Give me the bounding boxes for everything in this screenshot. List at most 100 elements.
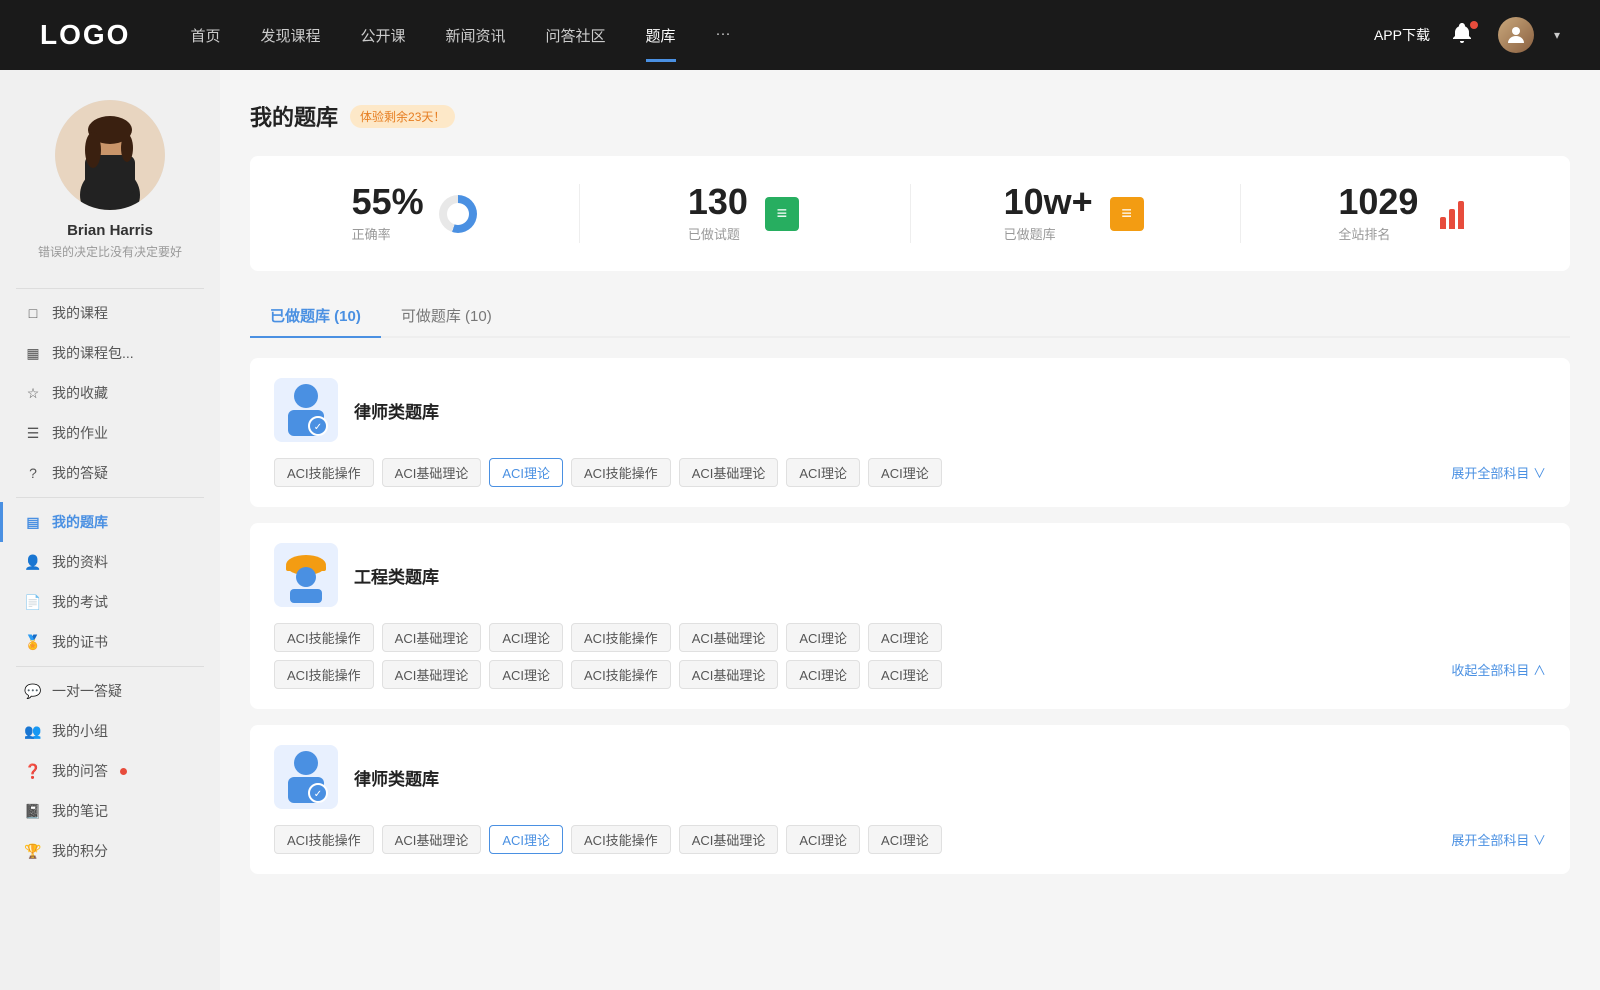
stat-accuracy: 55% 正确率 — [250, 184, 580, 243]
qbank-card-1: ✓ 律师类题库 ACI技能操作 ACI基础理论 ACI理论 ACI技能操作 AC… — [250, 358, 1570, 507]
sidebar-divider-2 — [16, 497, 204, 498]
tag[interactable]: ACI理论 — [786, 623, 860, 652]
tag[interactable]: ACI基础理论 — [382, 458, 482, 487]
notification-bell[interactable] — [1450, 21, 1478, 49]
sidebar-item-my-exam[interactable]: 📄 我的考试 — [0, 582, 220, 622]
sidebar-item-my-questions[interactable]: ❓ 我的问答 — [0, 751, 220, 791]
sidebar-item-one-on-one[interactable]: 💬 一对一答疑 — [0, 671, 220, 711]
lawyer-svg-1: ✓ — [280, 382, 332, 438]
sidebar-item-my-favorites[interactable]: ☆ 我的收藏 — [0, 373, 220, 413]
group-icon: 👥 — [24, 722, 42, 740]
done-banks-icon: ≡ — [1107, 194, 1147, 234]
expand-btn-1[interactable]: 展开全部科目 ∨ — [1451, 463, 1546, 482]
sidebar-menu: □ 我的课程 ▦ 我的课程包... ☆ 我的收藏 ☰ 我的作业 ? 我的答疑 ▤ — [0, 293, 220, 871]
nav-link-discover[interactable]: 发现课程 — [260, 17, 320, 54]
tag[interactable]: ACI理论 — [868, 458, 942, 487]
nav-link-open[interactable]: 公开课 — [360, 17, 405, 54]
nav-chevron-icon[interactable]: ▾ — [1554, 28, 1560, 42]
qbank-title-1: 律师类题库 — [354, 398, 439, 423]
sidebar-item-my-qa[interactable]: ? 我的答疑 — [0, 453, 220, 493]
tab-done-banks[interactable]: 已做题库 (10) — [250, 295, 381, 336]
tag[interactable]: ACI基础理论 — [679, 623, 779, 652]
tag[interactable]: ACI理论 — [786, 825, 860, 854]
qbank-card-2: 工程类题库 ACI技能操作 ACI基础理论 ACI理论 ACI技能操作 ACI基… — [250, 523, 1570, 709]
qa-icon: ? — [24, 464, 42, 482]
svg-text:✓: ✓ — [314, 422, 322, 433]
nav-logo: LOGO — [40, 19, 130, 51]
qbank-title-3: 律师类题库 — [354, 765, 439, 790]
sidebar-item-label: 我的收藏 — [52, 383, 108, 403]
tags-row-3: ACI技能操作 ACI基础理论 ACI理论 ACI技能操作 ACI基础理论 AC… — [274, 825, 1546, 854]
sidebar-item-label: 我的积分 — [52, 841, 108, 861]
accuracy-chart-icon — [438, 194, 478, 234]
expand-btn-3[interactable]: 展开全部科目 ∨ — [1451, 830, 1546, 849]
sidebar-item-label: 我的作业 — [52, 423, 108, 443]
sidebar-item-my-points[interactable]: 🏆 我的积分 — [0, 831, 220, 871]
sidebar-item-my-group[interactable]: 👥 我的小组 — [0, 711, 220, 751]
nav-user-avatar[interactable] — [1498, 17, 1534, 53]
svg-text:✓: ✓ — [314, 789, 322, 800]
sidebar-item-my-course-pkg[interactable]: ▦ 我的课程包... — [0, 333, 220, 373]
tag[interactable]: ACI基础理论 — [679, 825, 779, 854]
tag[interactable]: ACI基础理论 — [679, 458, 779, 487]
homework-icon: ☰ — [24, 424, 42, 442]
tag[interactable]: ACI技能操作 — [274, 623, 374, 652]
sidebar-item-my-cert[interactable]: 🏅 我的证书 — [0, 622, 220, 662]
collapse-btn-2[interactable]: 收起全部科目 ∧ — [1451, 660, 1546, 689]
tag[interactable]: ACI理论 — [489, 660, 563, 689]
questions-icon: ❓ — [24, 762, 42, 780]
sidebar-profile: Brian Harris 错误的决定比没有决定要好 — [0, 100, 220, 284]
sidebar-item-my-profile[interactable]: 👤 我的资料 — [0, 542, 220, 582]
tag[interactable]: ACI技能操作 — [571, 458, 671, 487]
nav-link-home[interactable]: 首页 — [190, 17, 220, 54]
sidebar-item-my-notes[interactable]: 📓 我的笔记 — [0, 791, 220, 831]
done-banks-value: 10w+ — [1004, 184, 1093, 220]
tag-active[interactable]: ACI理论 — [489, 458, 563, 487]
avatar-svg — [55, 100, 165, 210]
tag[interactable]: ACI理论 — [868, 623, 942, 652]
done-questions-icon: ≡ — [762, 194, 802, 234]
tag[interactable]: ACI理论 — [868, 660, 942, 689]
tag[interactable]: ACI理论 — [786, 458, 860, 487]
tag[interactable]: ACI技能操作 — [571, 623, 671, 652]
tab-available-banks[interactable]: 可做题库 (10) — [381, 295, 512, 336]
tag[interactable]: ACI技能操作 — [274, 458, 374, 487]
tag[interactable]: ACI理论 — [489, 623, 563, 652]
nav-link-qa[interactable]: 问答社区 — [546, 17, 606, 54]
ranking-value: 1029 — [1338, 184, 1418, 220]
stat-done-banks: 10w+ 已做题库 ≡ — [911, 184, 1241, 243]
stat-ranking: 1029 全站排名 — [1241, 184, 1570, 243]
tab-bar: 已做题库 (10) 可做题库 (10) — [250, 295, 1570, 338]
qbank-avatar-lawyer-2: ✓ — [274, 745, 338, 809]
tag-active[interactable]: ACI理论 — [489, 825, 563, 854]
qbank-avatar-lawyer-1: ✓ — [274, 378, 338, 442]
profile-avatar — [55, 100, 165, 210]
ranking-label: 全站排名 — [1338, 224, 1418, 243]
tag[interactable]: ACI基础理论 — [382, 623, 482, 652]
tag[interactable]: ACI理论 — [868, 825, 942, 854]
tag[interactable]: ACI技能操作 — [274, 825, 374, 854]
sidebar-item-my-qbank[interactable]: ▤ 我的题库 — [0, 502, 220, 542]
accuracy-value: 55% — [352, 184, 424, 220]
tag[interactable]: ACI技能操作 — [274, 660, 374, 689]
tags-row-2a: ACI技能操作 ACI基础理论 ACI理论 ACI技能操作 ACI基础理论 AC… — [274, 623, 1546, 652]
sidebar-item-my-courses[interactable]: □ 我的课程 — [0, 293, 220, 333]
app-download-btn[interactable]: APP下载 — [1374, 25, 1430, 45]
tag[interactable]: ACI技能操作 — [571, 660, 671, 689]
nav-link-more[interactable]: ··· — [716, 17, 731, 54]
qbank-avatar-engineer — [274, 543, 338, 607]
nav-link-qbank[interactable]: 题库 — [646, 17, 676, 54]
sidebar-divider-1 — [16, 288, 204, 289]
stats-bar: 55% 正确率 130 已做试题 ≡ 10w+ 已做题库 — [250, 156, 1570, 271]
tag[interactable]: ACI基础理论 — [679, 660, 779, 689]
tag[interactable]: ACI基础理论 — [382, 825, 482, 854]
exam-icon: 📄 — [24, 593, 42, 611]
sidebar-item-my-homework[interactable]: ☰ 我的作业 — [0, 413, 220, 453]
tag[interactable]: ACI理论 — [786, 660, 860, 689]
ranking-icon — [1432, 194, 1472, 234]
nav-link-news[interactable]: 新闻资讯 — [446, 17, 506, 54]
navbar: LOGO 首页 发现课程 公开课 新闻资讯 问答社区 题库 ··· APP下载 … — [0, 0, 1600, 70]
tag[interactable]: ACI技能操作 — [571, 825, 671, 854]
points-icon: 🏆 — [24, 842, 42, 860]
tag[interactable]: ACI基础理论 — [382, 660, 482, 689]
